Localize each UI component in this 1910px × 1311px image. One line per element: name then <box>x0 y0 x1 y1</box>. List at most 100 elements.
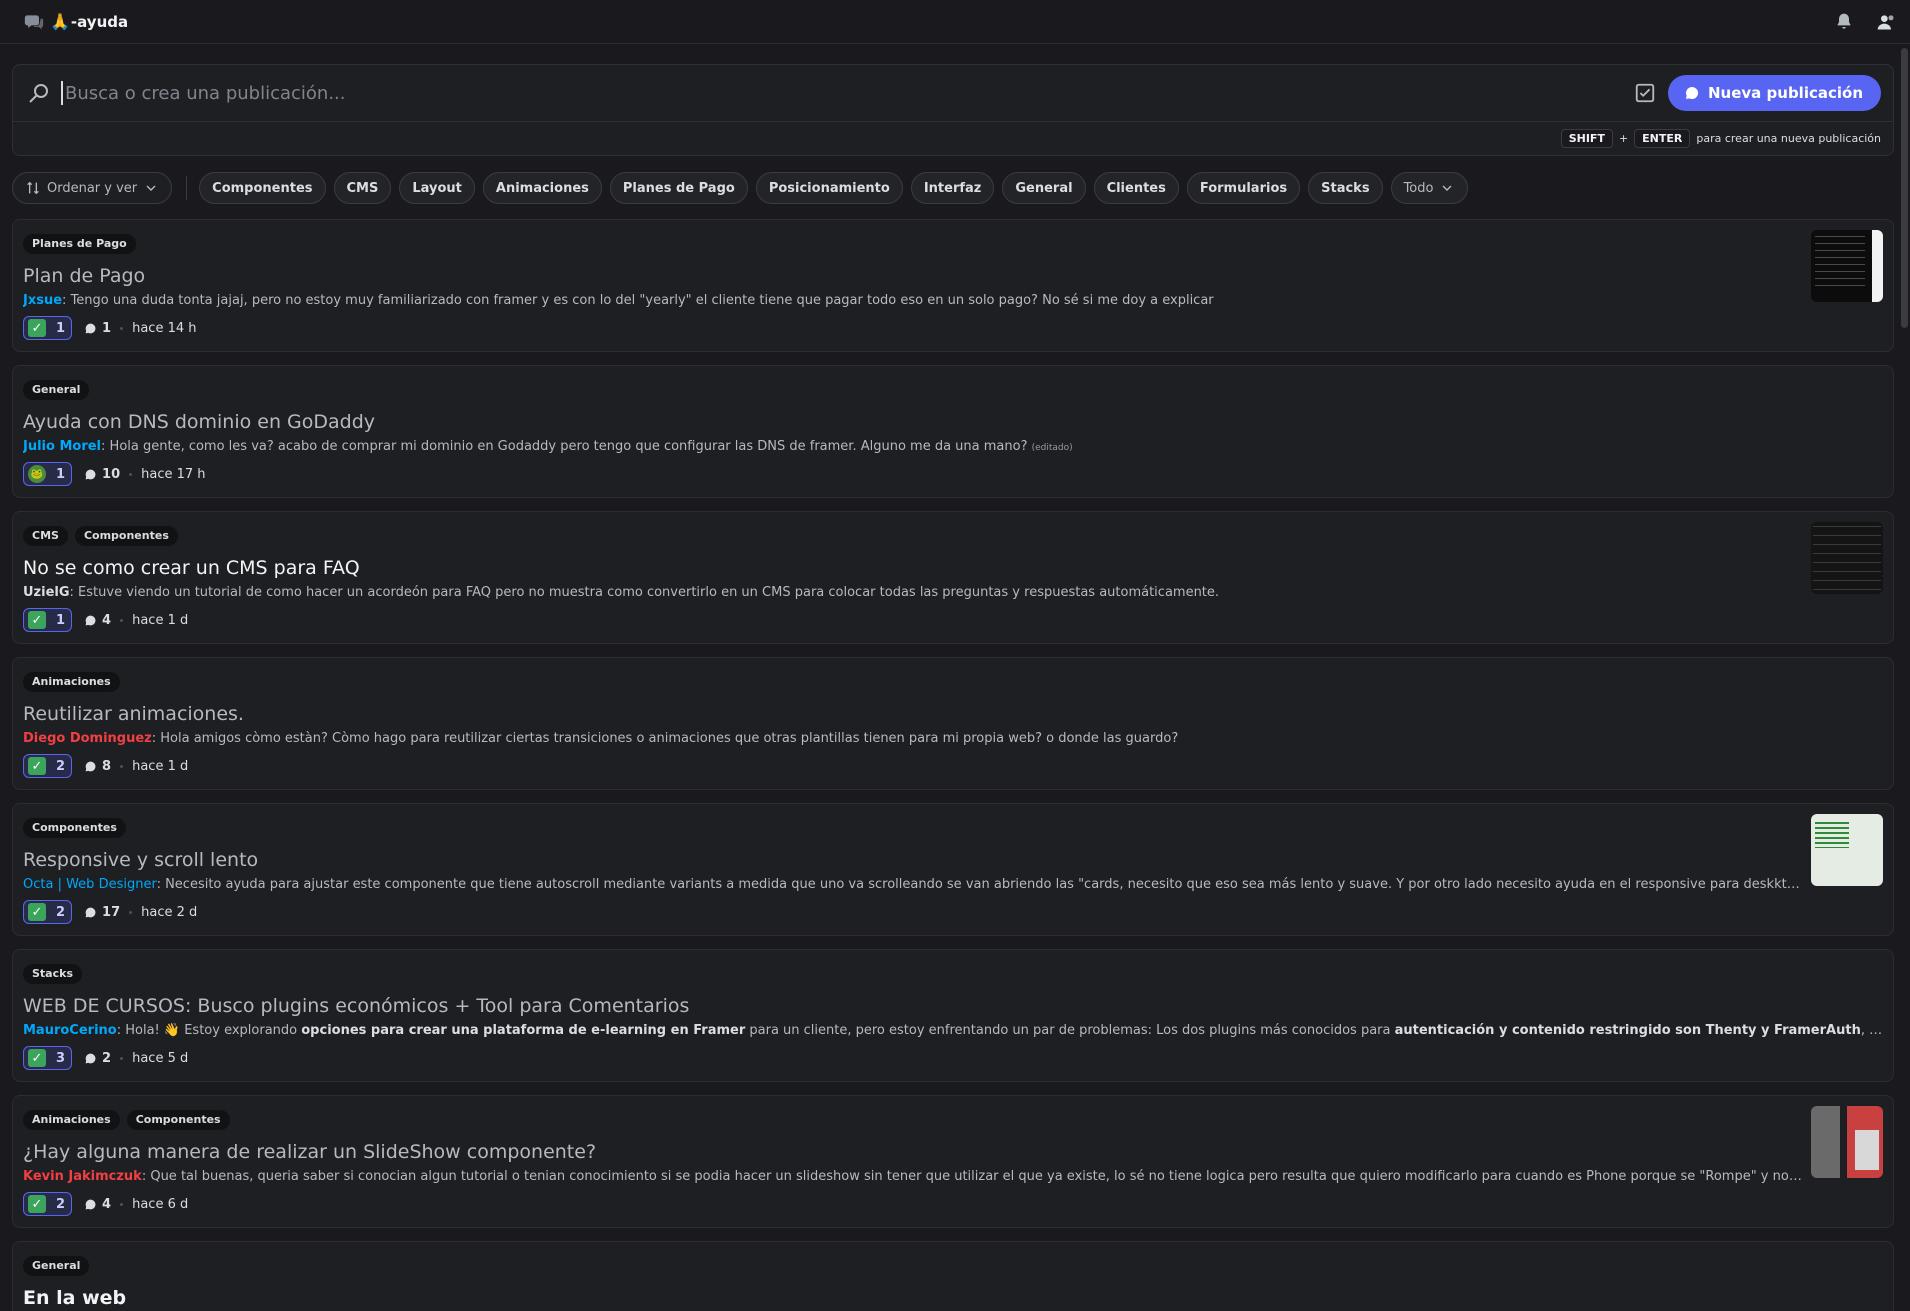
post-author[interactable]: Jxsue <box>23 293 62 308</box>
comment-count-value: 10 <box>102 466 121 482</box>
post-preview: Julio Morel: Hola gente, como les va? ac… <box>23 438 1883 456</box>
post-preview: Kevin Jakimczuk: Que tal buenas, queria … <box>23 1168 1803 1186</box>
comment-count: 2 <box>84 1051 111 1066</box>
post-time: hace 17 h <box>141 466 206 482</box>
sort-button[interactable]: Ordenar y ver <box>12 172 173 204</box>
comment-count-value: 4 <box>102 612 112 628</box>
filter-tag-layout[interactable]: Layout <box>399 172 475 204</box>
post-title[interactable]: No se como crear un CMS para FAQ <box>23 555 1883 581</box>
members-icon[interactable] <box>1876 12 1896 32</box>
media-filter-icon[interactable] <box>1634 82 1656 104</box>
post-author[interactable]: MauroCerino <box>23 1023 117 1038</box>
reaction-count: 2 <box>56 904 66 920</box>
filter-tag-clientes[interactable]: Clientes <box>1093 172 1179 204</box>
post-time: hace 5 d <box>132 1050 189 1066</box>
post-card[interactable]: CMS Componentes No se como crear un CMS … <box>12 511 1894 644</box>
comment-count-value: 1 <box>102 320 112 336</box>
post-title[interactable]: Responsive y scroll lento <box>23 847 1883 873</box>
post-card[interactable]: Animaciones Componentes ¿Hay alguna mane… <box>12 1095 1894 1228</box>
post-card[interactable]: Stacks WEB DE CURSOS: Busco plugins econ… <box>12 949 1894 1082</box>
forum-icon <box>24 14 44 29</box>
post-author[interactable]: UzielG <box>23 585 70 600</box>
reaction-button[interactable]: ✓ 2 <box>23 900 73 924</box>
post-thumbnail[interactable] <box>1811 522 1883 594</box>
post-card[interactable]: General En la web <box>12 1241 1894 1311</box>
post-thumbnail[interactable] <box>1811 814 1883 886</box>
post-time: hace 6 d <box>132 1196 189 1212</box>
post-tags: General <box>23 1256 1883 1276</box>
scrollbar[interactable] <box>1901 48 1908 328</box>
search-input[interactable] <box>61 81 1634 105</box>
post-card[interactable]: Componentes Responsive y scroll lento Oc… <box>12 803 1894 936</box>
filter-tag-planes-de-pago[interactable]: Planes de Pago <box>609 172 748 204</box>
reaction-button[interactable]: ✓ 1 <box>23 608 73 632</box>
post-title[interactable]: En la web <box>23 1285 1883 1311</box>
sort-icon <box>27 181 39 195</box>
post-author[interactable]: Diego Dominguez <box>23 731 152 746</box>
comment-count: 10 <box>84 467 120 482</box>
new-post-button[interactable]: Nueva publicación <box>1668 75 1881 111</box>
post-meta: ✓ 2 17 hace 2 d <box>23 900 1883 924</box>
hint-text: para crear una nueva publicación <box>1696 132 1881 145</box>
post-title[interactable]: ¿Hay alguna manera de realizar un SlideS… <box>23 1139 1883 1165</box>
filter-tag-animaciones[interactable]: Animaciones <box>482 172 602 204</box>
post-card[interactable]: General Ayuda con DNS dominio en GoDaddy… <box>12 365 1894 498</box>
post-tags: Animaciones <box>23 672 1883 692</box>
comment-icon <box>85 323 96 333</box>
post-tag: Planes de Pago <box>23 234 136 254</box>
reaction-count: 1 <box>56 320 66 336</box>
chat-bubble-icon <box>1686 86 1699 99</box>
check-mark-icon: ✓ <box>28 1195 46 1213</box>
post-preview-text: Hola amigos còmo estàn? Còmo hago para r… <box>156 731 1179 746</box>
post-meta: ✓ 1 1 hace 14 h <box>23 316 1883 340</box>
post-title[interactable]: Plan de Pago <box>23 263 1883 289</box>
check-mark-icon: ✓ <box>28 611 46 629</box>
filter-tag-posicionamiento[interactable]: Posicionamiento <box>755 172 903 204</box>
post-tag: Componentes <box>74 526 178 546</box>
reaction-count: 3 <box>56 1050 66 1066</box>
channel-header: 🙏 -ayuda <box>0 0 1910 44</box>
filter-tag-stacks[interactable]: Stacks <box>1308 172 1383 204</box>
reaction-button[interactable]: ✓ 2 <box>23 1192 73 1216</box>
post-time: hace 1 d <box>132 612 189 628</box>
reaction-button[interactable]: 🐸 1 <box>23 462 73 486</box>
sort-label: Ordenar y ver <box>47 180 138 196</box>
post-thumbnail[interactable] <box>1811 1106 1883 1178</box>
post-title[interactable]: Ayuda con DNS dominio en GoDaddy <box>23 409 1883 435</box>
filter-bar: Ordenar y ver Componentes CMS Layout Ani… <box>12 172 1894 204</box>
post-preview-text: Estuve viendo un tutorial de como hacer … <box>73 585 1220 600</box>
filter-tag-interfaz[interactable]: Interfaz <box>910 172 995 204</box>
check-mark-icon: ✓ <box>28 903 46 921</box>
filter-tag-componentes[interactable]: Componentes <box>199 172 326 204</box>
search-row: Nueva publicación <box>13 65 1893 122</box>
post-preview: Diego Dominguez: Hola amigos còmo estàn?… <box>23 730 1883 748</box>
bell-icon[interactable] <box>1834 12 1854 32</box>
post-time: hace 14 h <box>132 320 197 336</box>
comment-count: 1 <box>84 321 111 336</box>
meta-separator <box>120 1202 124 1206</box>
post-author[interactable]: Julio Morel <box>23 439 101 454</box>
post-tag: Animaciones <box>23 1110 120 1130</box>
post-tags: CMS Componentes <box>23 526 1883 546</box>
post-tag: Componentes <box>23 818 126 838</box>
post-title[interactable]: WEB DE CURSOS: Busco plugins económicos … <box>23 993 1883 1019</box>
post-thumbnail[interactable] <box>1811 230 1883 302</box>
meta-separator <box>129 910 133 914</box>
filter-all-dropdown[interactable]: Todo <box>1390 172 1469 204</box>
post-preview-text: , pero ambos funcionan con modelo de s..… <box>1860 1023 1883 1038</box>
filter-tag-formularios[interactable]: Formularios <box>1186 172 1301 204</box>
post-tags: Animaciones Componentes <box>23 1110 1883 1130</box>
filter-tag-general[interactable]: General <box>1002 172 1086 204</box>
comment-count-value: 17 <box>102 904 121 920</box>
post-author[interactable]: Octa | Web Designer <box>23 877 157 892</box>
post-author[interactable]: Kevin Jakimczuk <box>23 1169 142 1184</box>
reaction-button[interactable]: ✓ 1 <box>23 316 73 340</box>
reaction-button[interactable]: ✓ 3 <box>23 1046 73 1070</box>
edited-label: (editado) <box>1031 443 1073 453</box>
filter-tag-cms[interactable]: CMS <box>333 172 392 204</box>
reaction-button[interactable]: ✓ 2 <box>23 754 73 778</box>
post-title[interactable]: Reutilizar animaciones. <box>23 701 1883 727</box>
post-card[interactable]: Planes de Pago Plan de Pago Jxsue: Tengo… <box>12 219 1894 352</box>
post-card[interactable]: Animaciones Reutilizar animaciones. Dieg… <box>12 657 1894 790</box>
comment-icon <box>85 1199 96 1209</box>
